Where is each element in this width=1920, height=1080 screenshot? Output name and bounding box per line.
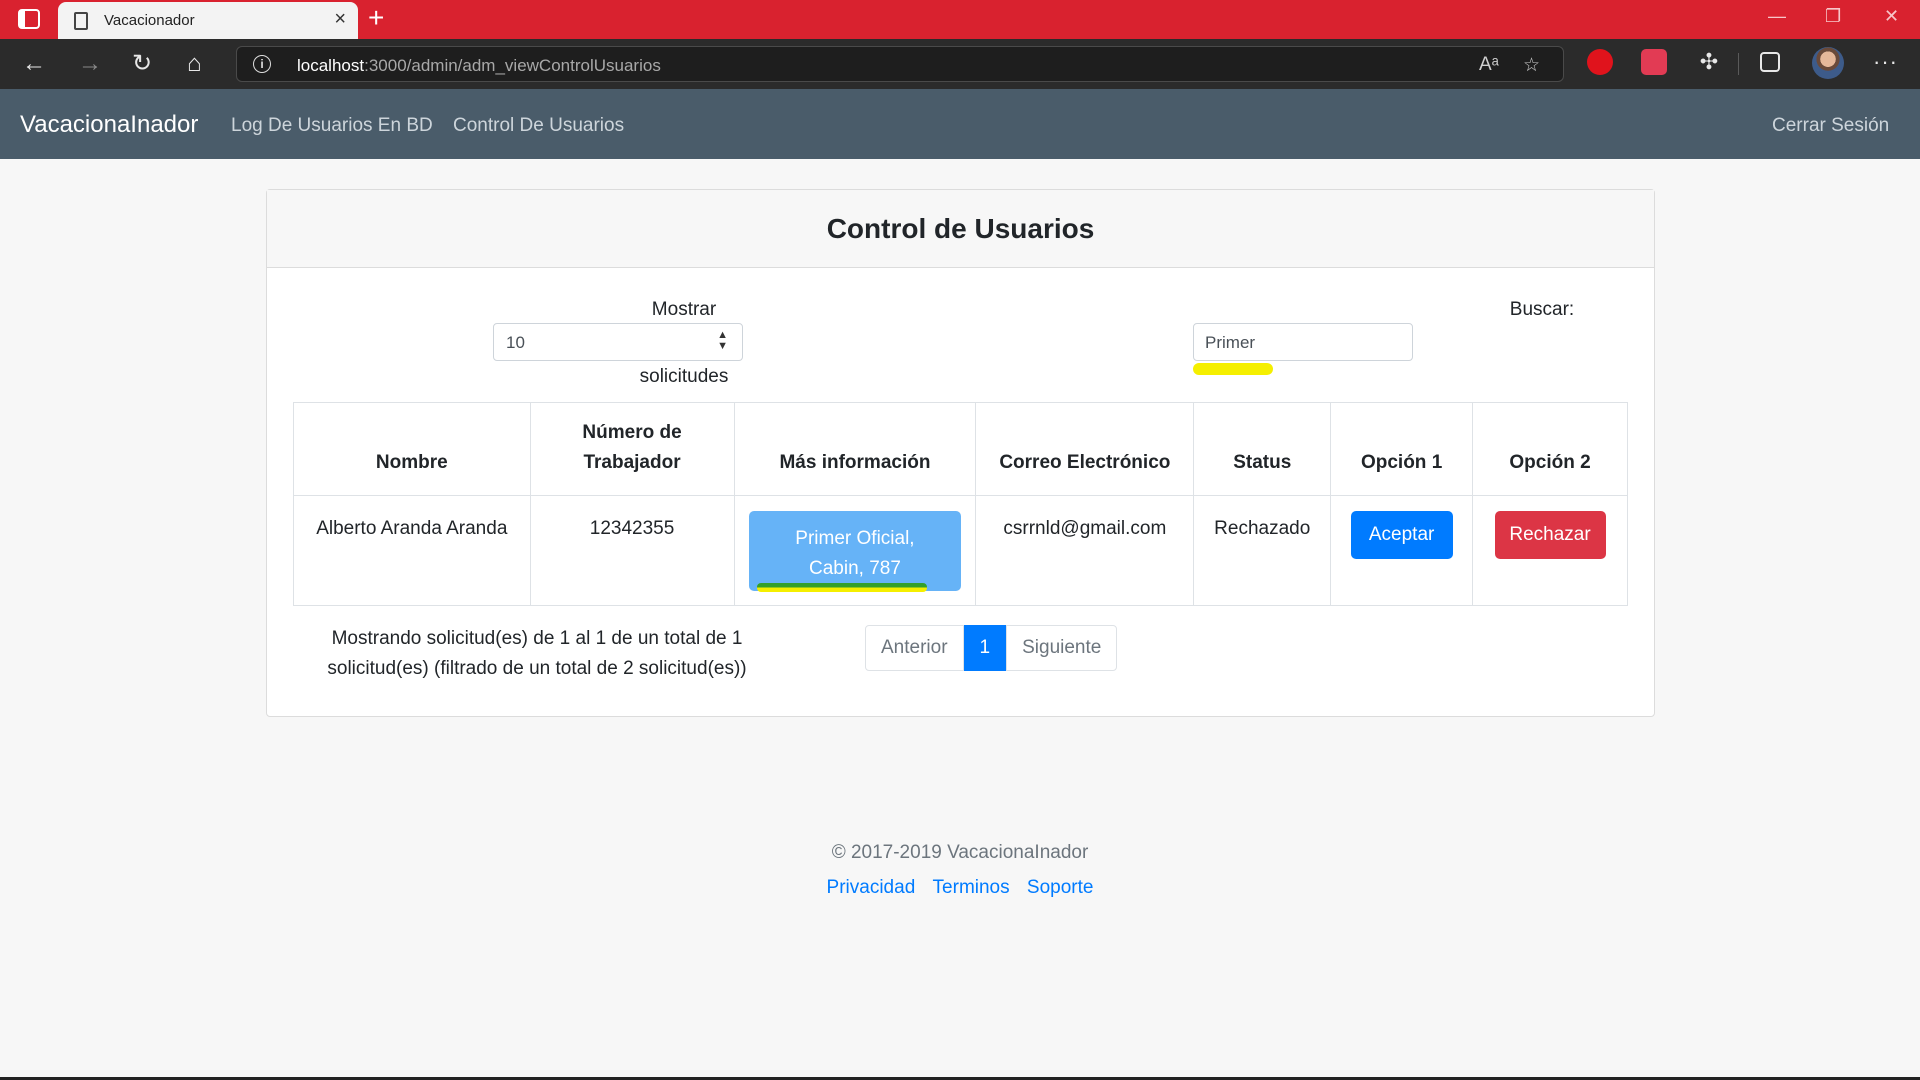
home-icon[interactable]: ⌂	[187, 48, 202, 80]
close-tab-icon[interactable]: ×	[334, 8, 346, 31]
footer-link-privacidad[interactable]: Privacidad	[827, 877, 916, 898]
select-arrows-icon: ▲ ▼	[717, 329, 728, 352]
nav-link-control-usuarios[interactable]: Control De Usuarios	[453, 115, 624, 137]
extension-mask-icon[interactable]	[1641, 49, 1667, 75]
control-usuarios-card: Control de Usuarios Mostrar 10 ▲ ▼ solici…	[266, 189, 1655, 717]
tab-title: Vacacionador	[104, 12, 195, 29]
length-label: Mostrar	[651, 299, 717, 320]
minimize-icon[interactable]: —	[1768, 6, 1786, 27]
pagination-next[interactable]: Siguiente	[1006, 625, 1118, 671]
footer-copyright: © 2017-2019 VacacionaInador	[831, 842, 1089, 863]
page-title: Control de Usuarios	[826, 213, 1095, 244]
column-header-status[interactable]: Status	[1193, 402, 1332, 496]
aceptar-button[interactable]: Aceptar	[1350, 511, 1453, 559]
length-suffix: solicitudes	[639, 366, 729, 387]
url-text: localhost:3000/admin/adm_viewControlUsua…	[297, 56, 661, 75]
column-header-numero[interactable]: Número de Trabajador	[529, 402, 735, 496]
table-info-text: Mostrando solicitud(es) de 1 al 1 de un …	[327, 628, 747, 679]
nav-link-log-usuarios[interactable]: Log De Usuarios En BD	[231, 115, 433, 137]
profile-avatar[interactable]	[1812, 47, 1844, 79]
more-menu-icon[interactable]: ···	[1873, 49, 1898, 75]
back-icon[interactable]: ←	[22, 48, 46, 80]
address-bar[interactable]: i localhost:3000/admin/adm_viewControlUs…	[236, 46, 1564, 82]
pagination-prev[interactable]: Anterior	[865, 625, 964, 671]
highlight-mark	[756, 583, 927, 592]
reload-icon[interactable]: ↻	[132, 48, 152, 80]
tab-actions-icon[interactable]	[18, 9, 40, 29]
toolbar-divider	[1738, 53, 1739, 75]
read-aloud-icon[interactable]: Aᵃ	[1479, 54, 1499, 76]
pagination-page-1[interactable]: 1	[963, 625, 1007, 671]
cell-status: Rechazado	[1193, 495, 1332, 606]
column-header-opcion1[interactable]: Opción 1	[1330, 402, 1474, 496]
length-select-value: 10	[506, 333, 525, 352]
cell-info: Primer Oficial, Cabin, 787	[733, 495, 977, 606]
cell-nombre: Alberto Aranda Aranda	[293, 495, 531, 606]
highlight-mark	[1193, 363, 1273, 375]
mas-informacion-button[interactable]: Primer Oficial, Cabin, 787	[748, 511, 961, 592]
extension-red-icon[interactable]	[1587, 49, 1613, 75]
collections-icon[interactable]	[1760, 52, 1780, 72]
column-header-info[interactable]: Más información	[733, 402, 977, 496]
search-input[interactable]: Primer	[1193, 323, 1413, 361]
column-header-nombre[interactable]: Nombre	[293, 402, 531, 496]
column-header-opcion2[interactable]: Opción 2	[1472, 402, 1628, 496]
forward-icon[interactable]: →	[78, 48, 102, 80]
users-table: Nombre Número de Trabajador Más informac…	[293, 402, 1628, 606]
favorite-icon[interactable]: ☆	[1523, 54, 1540, 77]
brand-logo[interactable]: VacacionaInador	[20, 111, 198, 139]
browser-tab-bar: Vacacionador × + — ❐ ✕	[0, 0, 1920, 39]
cell-correo: csrrnld@gmail.com	[975, 495, 1195, 606]
cell-numero: 12342355	[529, 495, 735, 606]
length-select[interactable]: 10 ▲ ▼	[493, 323, 743, 361]
close-window-icon[interactable]: ✕	[1884, 6, 1899, 27]
pagination: Anterior 1 Siguiente	[865, 625, 1118, 671]
search-input-value: Primer	[1205, 333, 1256, 352]
column-header-correo[interactable]: Correo Electrónico	[975, 402, 1195, 496]
site-info-icon[interactable]: i	[253, 55, 271, 73]
app-navbar: VacacionaInador Log De Usuarios En BD Co…	[0, 89, 1920, 159]
card-header: Control de Usuarios	[267, 190, 1654, 268]
footer-links: Privacidad Terminos Soporte	[0, 877, 1920, 899]
search-label: Buscar:	[1509, 299, 1575, 320]
restore-icon[interactable]: ❐	[1825, 6, 1841, 27]
rechazar-button[interactable]: Rechazar	[1494, 511, 1606, 559]
browser-toolbar: ← → ↻ ⌂ i localhost:3000/admin/adm_viewC…	[0, 39, 1920, 89]
logout-link[interactable]: Cerrar Sesión	[1772, 115, 1889, 137]
new-tab-icon[interactable]: +	[368, 2, 384, 34]
table-header-row: Nombre Número de Trabajador Más informac…	[293, 402, 1628, 496]
page-icon	[74, 12, 88, 30]
extensions-icon[interactable]: ✣	[1696, 49, 1722, 75]
footer-link-terminos[interactable]: Terminos	[933, 877, 1010, 898]
table-row: Alberto Aranda Aranda 12342355 Primer Of…	[293, 495, 1628, 606]
mas-informacion-label: Primer Oficial, Cabin, 787	[795, 528, 915, 579]
cell-opcion2: Rechazar	[1472, 495, 1628, 606]
footer-link-soporte[interactable]: Soporte	[1027, 877, 1094, 898]
cell-opcion1: Aceptar	[1330, 495, 1474, 606]
browser-tab[interactable]: Vacacionador ×	[58, 2, 358, 39]
